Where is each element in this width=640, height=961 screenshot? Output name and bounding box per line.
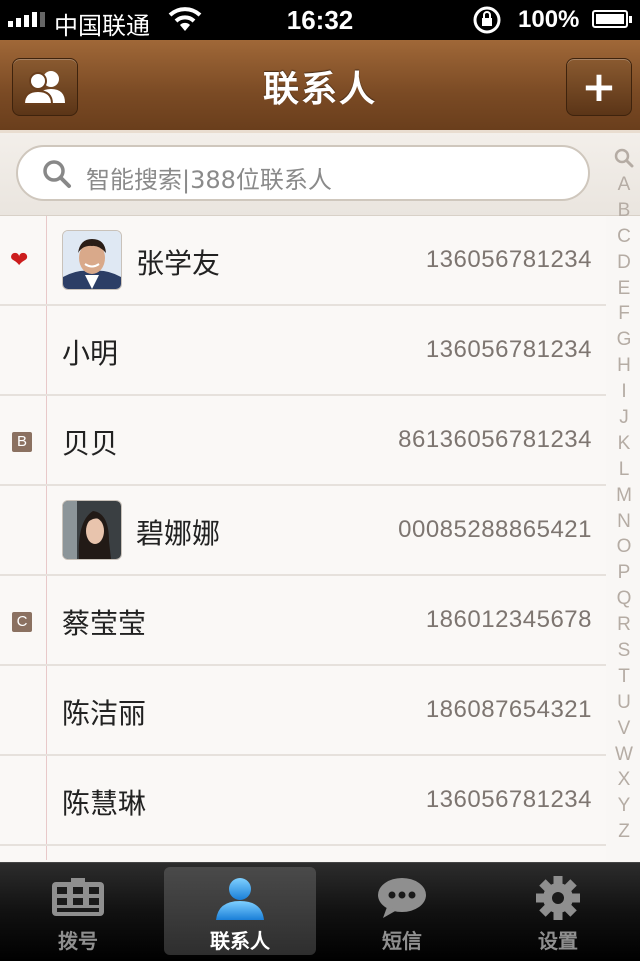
contact-name: 碧娜娜 <box>136 517 221 550</box>
avatar <box>62 500 122 560</box>
contact-row[interactable]: ❤ 张学友 136056781234 <box>0 216 606 306</box>
tab-label: 短信 <box>382 929 422 953</box>
index-letter-h[interactable]: H <box>617 353 631 379</box>
index-letter-e[interactable]: E <box>618 276 631 302</box>
index-letter-l[interactable]: L <box>619 457 630 483</box>
contact-phone: 86136056781234 <box>398 426 592 453</box>
index-letter-x[interactable]: X <box>618 767 631 793</box>
tab-dialer[interactable]: 拨号 <box>2 867 154 955</box>
index-letter-u[interactable]: U <box>617 690 631 716</box>
index-letter-n[interactable]: N <box>617 509 631 535</box>
tab-settings[interactable]: 设置 <box>482 867 634 955</box>
section-letter-badge: C <box>12 612 32 632</box>
section-letter-badge: B <box>12 432 32 452</box>
index-letter-m[interactable]: M <box>616 483 632 509</box>
contact-phone: 136056781234 <box>425 336 592 363</box>
index-letter-o[interactable]: O <box>617 534 632 560</box>
index-letter-d[interactable]: D <box>617 250 631 276</box>
status-bar: 中国联通 16:32 100% <box>0 0 640 40</box>
index-letter-t[interactable]: T <box>618 664 630 690</box>
contact-phone: 186087654321 <box>425 696 592 723</box>
index-letter-y[interactable]: Y <box>618 793 631 819</box>
add-contact-button[interactable]: + <box>566 58 632 116</box>
contact-phone: 00085288865421 <box>398 516 592 543</box>
battery-icon <box>592 10 632 28</box>
avatar <box>62 230 122 290</box>
contact-row[interactable]: 碧娜娜 00085288865421 <box>0 486 606 576</box>
message-bubble-icon <box>378 878 426 918</box>
index-search-icon[interactable] <box>614 148 634 168</box>
index-letter-s[interactable]: S <box>618 638 631 664</box>
index-letter-k[interactable]: K <box>618 431 631 457</box>
gear-icon <box>536 876 580 920</box>
index-letter-g[interactable]: G <box>617 327 632 353</box>
search-input[interactable]: 智能搜索|388位联系人 <box>16 145 590 201</box>
person-icon <box>216 878 264 920</box>
search-bar: 智能搜索|388位联系人 <box>0 133 640 216</box>
index-letter-b[interactable]: B <box>618 198 631 224</box>
index-letter-i[interactable]: I <box>621 379 626 405</box>
rotation-lock-icon <box>472 6 502 39</box>
index-letter-z[interactable]: Z <box>618 819 630 845</box>
index-letter-j[interactable]: J <box>619 405 629 431</box>
contact-name: 蔡莹莹 <box>62 607 147 640</box>
contact-row[interactable]: 小明 136056781234 <box>0 306 606 396</box>
contact-row[interactable]: 陈洁丽 186087654321 <box>0 666 606 756</box>
keypad-icon <box>52 878 104 916</box>
page-title: 联系人 <box>262 69 377 110</box>
navigation-bar: 联系人 + <box>0 40 640 133</box>
contact-name: 陈慧琳 <box>62 787 147 820</box>
tab-label: 联系人 <box>210 929 270 953</box>
contact-name: 小明 <box>62 337 119 370</box>
tab-bar: 拨号 联系人 短信 设置 <box>0 862 640 961</box>
tab-messages[interactable]: 短信 <box>326 867 478 955</box>
alphabet-index[interactable]: ABCDEFGHIJKLMNOPQRSTUVWXYZ <box>608 146 640 858</box>
tab-contacts[interactable]: 联系人 <box>164 867 316 955</box>
index-letter-q[interactable]: Q <box>617 586 632 612</box>
tab-label: 设置 <box>538 929 578 953</box>
contact-phone: 136056781234 <box>425 786 592 813</box>
contact-phone: 186012345678 <box>425 606 592 633</box>
contact-row[interactable]: B 贝贝 86136056781234 <box>0 396 606 486</box>
contact-name: 贝贝 <box>62 427 119 460</box>
tab-label: 拨号 <box>58 929 98 953</box>
index-letter-a[interactable]: A <box>618 172 631 198</box>
index-letter-c[interactable]: C <box>617 224 631 250</box>
contact-phone: 136056781234 <box>425 246 592 273</box>
contact-row[interactable]: 陈慧琳 136056781234 <box>0 756 606 846</box>
index-letter-r[interactable]: R <box>617 612 631 638</box>
battery-percent: 100% <box>518 6 580 33</box>
contact-row[interactable]: C 蔡莹莹 186012345678 <box>0 576 606 666</box>
contact-list[interactable]: ❤ 张学友 136056781234 小明 136056781234 B 贝贝 … <box>0 216 606 860</box>
index-letter-v[interactable]: V <box>618 716 631 742</box>
search-icon <box>43 160 71 188</box>
plus-icon: + <box>581 62 617 111</box>
favorite-heart-icon: ❤ <box>10 248 29 273</box>
index-letter-p[interactable]: P <box>618 560 631 586</box>
index-letter-w[interactable]: W <box>615 742 633 768</box>
index-letter-f[interactable]: F <box>618 301 630 327</box>
contact-name: 陈洁丽 <box>62 697 147 730</box>
contact-name: 张学友 <box>136 247 221 280</box>
search-placeholder: 智能搜索|388位联系人 <box>86 166 332 194</box>
